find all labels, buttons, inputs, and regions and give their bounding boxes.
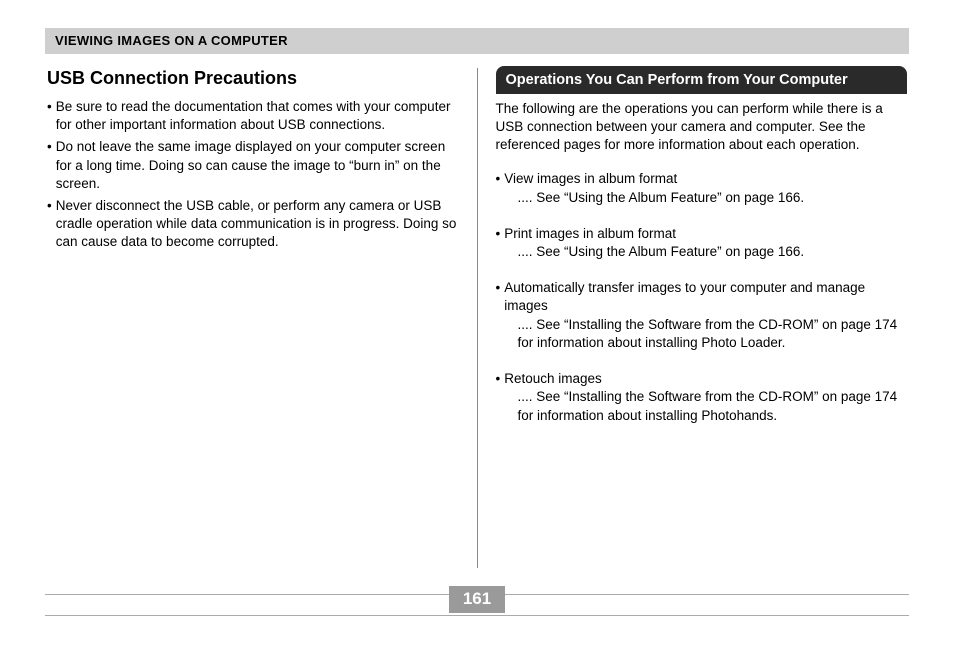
section-header-text: VIEWING IMAGES ON A COMPUTER — [55, 33, 288, 48]
precaution-bullet: • Never disconnect the USB cable, or per… — [47, 197, 459, 252]
operation-title: Print images in album format — [504, 225, 676, 243]
operation-item: • Print images in album format .... See … — [496, 225, 908, 261]
bullet-dot-icon: • — [496, 370, 505, 388]
precaution-bullet: • Do not leave the same image displayed … — [47, 138, 459, 193]
two-column-layout: USB Connection Precautions • Be sure to … — [45, 62, 909, 572]
operation-reference: .... See “Installing the Software from t… — [496, 316, 908, 352]
footer-rule-bottom — [45, 615, 909, 616]
bullet-dot-icon: • — [496, 170, 505, 188]
operation-item: • Automatically transfer images to your … — [496, 279, 908, 352]
left-column: USB Connection Precautions • Be sure to … — [45, 62, 477, 572]
operation-title: Automatically transfer images to your co… — [504, 279, 907, 315]
precaution-text: Do not leave the same image displayed on… — [56, 138, 459, 193]
bullet-dot-icon: • — [47, 197, 56, 252]
right-column: Operations You Can Perform from Your Com… — [478, 62, 910, 572]
bullet-dot-icon: • — [47, 138, 56, 193]
operation-item: • Retouch images .... See “Installing th… — [496, 370, 908, 425]
precaution-bullet: • Be sure to read the documentation that… — [47, 98, 459, 134]
operations-intro: The following are the operations you can… — [496, 100, 908, 155]
operations-heading: Operations You Can Perform from Your Com… — [496, 66, 908, 94]
operation-reference: .... See “Installing the Software from t… — [496, 388, 908, 424]
operation-reference: .... See “Using the Album Feature” on pa… — [496, 189, 908, 207]
precaution-text: Never disconnect the USB cable, or perfo… — [56, 197, 459, 252]
operation-title: View images in album format — [504, 170, 677, 188]
bullet-dot-icon: • — [496, 225, 505, 243]
bullet-dot-icon: • — [496, 279, 505, 315]
bullet-dot-icon: • — [47, 98, 56, 134]
left-title: USB Connection Precautions — [47, 66, 459, 90]
section-header-bar: VIEWING IMAGES ON A COMPUTER — [45, 28, 909, 54]
document-page: VIEWING IMAGES ON A COMPUTER USB Connect… — [0, 0, 954, 646]
operation-item: • View images in album format .... See “… — [496, 170, 908, 206]
page-number: 161 — [449, 586, 505, 613]
page-footer: 161 — [45, 588, 909, 616]
operation-title: Retouch images — [504, 370, 602, 388]
precaution-text: Be sure to read the documentation that c… — [56, 98, 459, 134]
operation-reference: .... See “Using the Album Feature” on pa… — [496, 243, 908, 261]
